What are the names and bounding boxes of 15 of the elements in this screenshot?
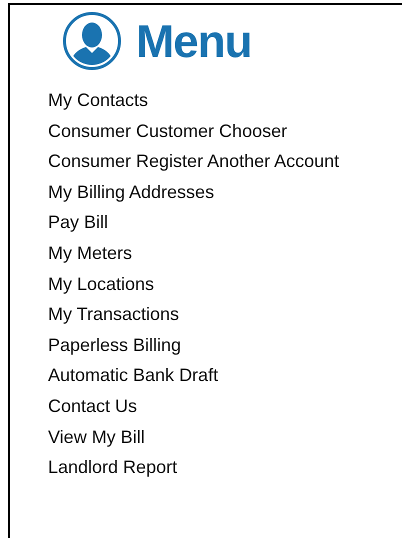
menu-link[interactable]: Landlord Report [48, 452, 178, 483]
menu-link[interactable]: My Billing Addresses [48, 176, 214, 208]
menu-link[interactable]: Consumer Register Another Account [48, 146, 340, 177]
menu-title: Menu [136, 18, 252, 64]
menu-link[interactable]: Consumer Customer Chooser [48, 116, 288, 146]
menu-link[interactable]: My Contacts [48, 85, 148, 116]
menu-link[interactable]: Pay Bill [48, 207, 108, 238]
menu-link[interactable]: Contact Us [48, 390, 138, 422]
menu-link[interactable]: My Transactions [48, 299, 180, 330]
menu-link[interactable]: My Meters [48, 238, 132, 269]
user-avatar-icon [62, 11, 122, 71]
menu-link[interactable]: Automatic Bank Draft [48, 360, 218, 391]
menu-link[interactable]: Paperless Billing [48, 330, 182, 360]
menu-link[interactable]: View My Bill [48, 422, 145, 452]
menu-link[interactable]: My Locations [48, 268, 154, 300]
